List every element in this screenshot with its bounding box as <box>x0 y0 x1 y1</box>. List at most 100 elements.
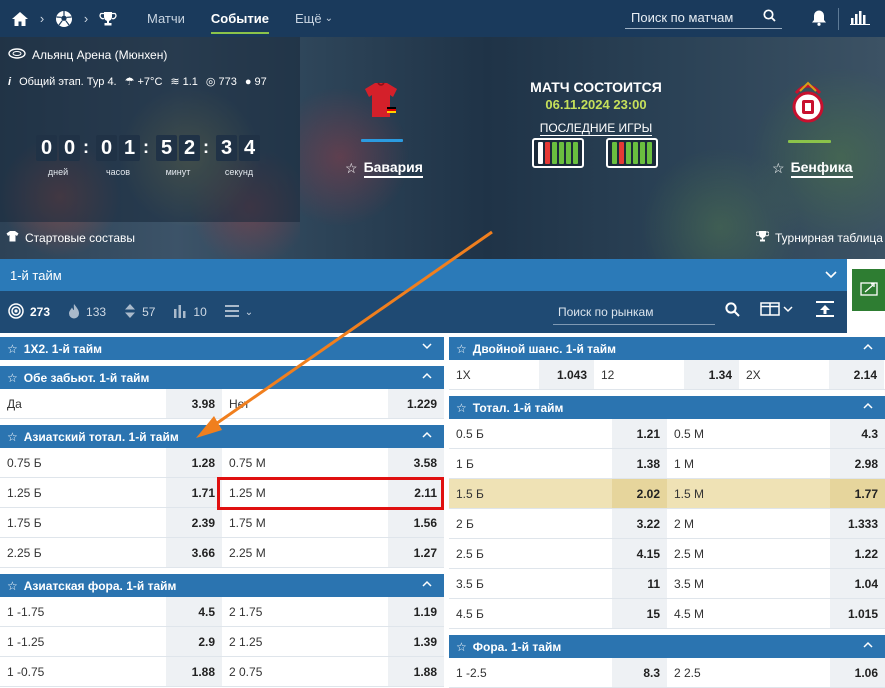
bet-odds[interactable]: 15 <box>612 599 667 628</box>
odds-cell[interactable]: 2.5 М 1.22 <box>667 539 885 568</box>
odds-cell[interactable]: 1 -2.5 8.3 <box>449 658 667 687</box>
search-icon[interactable] <box>763 9 776 25</box>
home-team-name[interactable]: Бавария <box>363 159 423 178</box>
bet-odds[interactable]: 1.04 <box>830 569 885 598</box>
nav-more[interactable]: Ещё ⌄ <box>282 0 346 37</box>
bet-odds[interactable]: 1.34 <box>684 360 739 389</box>
match-search-input[interactable]: Поиск по матчам <box>625 7 782 29</box>
star-icon[interactable]: ☆ <box>7 371 18 385</box>
bet-odds[interactable]: 3.22 <box>612 509 667 538</box>
filter-hot[interactable]: 133 <box>68 303 106 322</box>
odds-cell[interactable]: 0.75 Б 1.28 <box>0 448 222 477</box>
home-team[interactable]: ☆ Бавария <box>345 159 423 178</box>
chevron-down-icon[interactable] <box>422 341 432 353</box>
filter-stats[interactable]: 10 <box>173 303 207 322</box>
bet-odds[interactable]: 1.88 <box>166 657 222 686</box>
bet-odds[interactable]: 3.58 <box>388 448 444 477</box>
bet-odds[interactable]: 1.28 <box>166 448 222 477</box>
market-header[interactable]: ☆ Обе забьют. 1-й тайм <box>0 366 444 389</box>
market-search-input[interactable]: Поиск по рынкам <box>553 299 715 325</box>
market-header[interactable]: ☆ Двойной шанс. 1-й тайм <box>449 337 885 360</box>
star-icon[interactable]: ☆ <box>456 342 467 356</box>
odds-cell[interactable]: 2 0.75 1.88 <box>222 657 444 686</box>
star-icon[interactable]: ☆ <box>345 160 358 177</box>
odds-cell[interactable]: 2.5 Б 4.15 <box>449 539 667 568</box>
odds-cell[interactable]: 1.25 Б 1.71 <box>0 478 222 507</box>
market-header[interactable]: ☆ 1X2. 1-й тайм <box>0 337 444 360</box>
collapse-all-icon[interactable] <box>815 300 835 322</box>
odds-cell[interactable]: 1X 1.043 <box>449 360 594 389</box>
bet-odds[interactable]: 1.27 <box>388 538 444 567</box>
layout-toggle-icon[interactable] <box>760 302 794 319</box>
bet-odds[interactable]: 8.3 <box>612 658 667 687</box>
bet-odds[interactable]: 1.22 <box>830 539 885 568</box>
bet-odds[interactable]: 1.229 <box>388 389 444 418</box>
odds-cell[interactable]: 2 2.5 1.06 <box>667 658 885 687</box>
odds-cell[interactable]: 3.5 Б 11 <box>449 569 667 598</box>
odds-cell[interactable]: 1 Б 1.38 <box>449 449 667 478</box>
bet-odds[interactable]: 1.77 <box>830 479 885 508</box>
odds-cell[interactable]: 0.75 М 3.58 <box>222 448 444 477</box>
bet-odds[interactable]: 4.5 <box>166 597 222 626</box>
odds-cell[interactable]: 1.5 М 1.77 <box>667 479 885 508</box>
last-games-link[interactable]: ПОСЛЕДНИЕ ИГРЫ <box>539 121 653 136</box>
bet-odds[interactable]: 2.14 <box>829 360 884 389</box>
statistics-icon[interactable] <box>850 9 870 28</box>
star-icon[interactable]: ☆ <box>7 430 18 444</box>
nav-event[interactable]: Событие <box>198 0 282 37</box>
star-icon[interactable]: ☆ <box>7 342 18 356</box>
odds-cell[interactable]: 4.5 Б 15 <box>449 599 667 628</box>
odds-cell[interactable]: 1 М 2.98 <box>667 449 885 478</box>
chevron-up-icon[interactable] <box>863 341 873 353</box>
odds-cell[interactable]: Нет 1.229 <box>222 389 444 418</box>
lineups-link[interactable]: Стартовые составы <box>6 230 135 245</box>
odds-cell[interactable]: 2 М 1.333 <box>667 509 885 538</box>
odds-cell[interactable]: 1 -0.75 1.88 <box>0 657 222 686</box>
bet-odds[interactable]: 1.38 <box>612 449 667 478</box>
star-icon[interactable]: ☆ <box>7 579 18 593</box>
period-select[interactable]: 1-й тайм <box>0 259 847 291</box>
away-team[interactable]: ☆ Бенфика <box>772 159 853 178</box>
odds-cell[interactable]: 2 1.25 1.39 <box>222 627 444 656</box>
star-icon[interactable]: ☆ <box>772 160 785 177</box>
bet-odds[interactable]: 1.39 <box>388 627 444 656</box>
odds-cell[interactable]: Да 3.98 <box>0 389 222 418</box>
bet-odds[interactable]: 1.015 <box>830 599 885 628</box>
odds-cell[interactable]: 12 1.34 <box>594 360 739 389</box>
chevron-up-icon[interactable] <box>863 400 873 412</box>
filter-movement[interactable]: 57 <box>124 303 155 322</box>
away-form-indicator[interactable] <box>606 138 658 168</box>
nav-matches[interactable]: Матчи <box>134 0 198 37</box>
bet-odds[interactable]: 3.66 <box>166 538 222 567</box>
stats-widget-button[interactable] <box>852 269 885 311</box>
odds-cell[interactable]: 2 Б 3.22 <box>449 509 667 538</box>
odds-cell[interactable]: 1 -1.75 4.5 <box>0 597 222 626</box>
odds-cell[interactable]: 3.5 М 1.04 <box>667 569 885 598</box>
chevron-up-icon[interactable] <box>422 370 432 382</box>
bet-odds[interactable]: 4.3 <box>830 419 885 448</box>
odds-cell[interactable]: 1 -1.25 2.9 <box>0 627 222 656</box>
bet-odds[interactable]: 1.043 <box>539 360 594 389</box>
away-team-name[interactable]: Бенфика <box>790 159 853 178</box>
odds-cell[interactable]: 0.5 М 4.3 <box>667 419 885 448</box>
bet-odds[interactable]: 2.98 <box>830 449 885 478</box>
filter-list-menu[interactable]: ⌄ <box>224 304 253 320</box>
odds-cell[interactable]: 0.5 Б 1.21 <box>449 419 667 448</box>
bet-odds[interactable]: 2.9 <box>166 627 222 656</box>
bet-odds[interactable]: 11 <box>612 569 667 598</box>
bet-odds[interactable]: 1.56 <box>388 508 444 537</box>
odds-cell[interactable]: 2 1.75 1.19 <box>222 597 444 626</box>
odds-cell[interactable]: 1.5 Б 2.02 <box>449 479 667 508</box>
odds-cell[interactable]: 2.25 М 1.27 <box>222 538 444 567</box>
trophy-icon[interactable] <box>94 0 122 37</box>
odds-cell[interactable]: 2X 2.14 <box>739 360 884 389</box>
filter-all[interactable]: 273 <box>8 302 50 322</box>
bet-odds[interactable]: 1.06 <box>830 658 885 687</box>
bet-odds[interactable]: 1.71 <box>166 478 222 507</box>
football-icon[interactable] <box>50 0 78 37</box>
chevron-up-icon[interactable] <box>422 578 432 590</box>
bet-odds[interactable]: 2.02 <box>612 479 667 508</box>
chevron-up-icon[interactable] <box>422 429 432 441</box>
bet-odds[interactable]: 3.98 <box>166 389 222 418</box>
chevron-up-icon[interactable] <box>863 639 873 651</box>
